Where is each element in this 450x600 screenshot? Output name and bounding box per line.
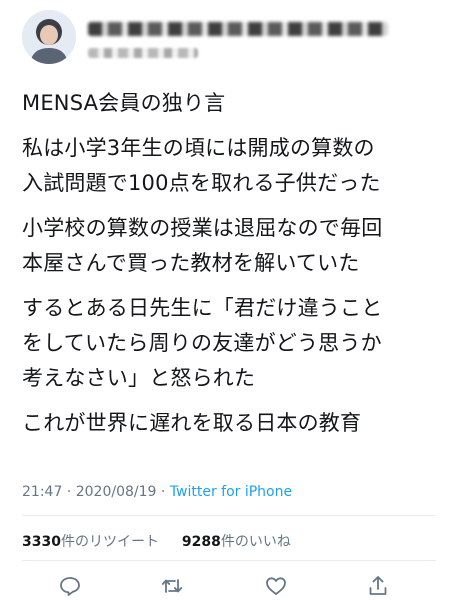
avatar[interactable] (22, 10, 76, 64)
retweet-stat[interactable]: 3330件のリツイート (22, 534, 163, 550)
like-label: 件のいいね (220, 534, 291, 550)
share-icon (369, 576, 387, 595)
reply-icon (60, 577, 80, 596)
share-button[interactable] (364, 572, 392, 600)
retweet-button[interactable] (158, 572, 186, 600)
tweet-line: するとある日先生に「君だけ違うこと (22, 296, 383, 320)
retweet-count: 3330 (22, 534, 61, 550)
meta-separator: · (66, 484, 72, 500)
tweet-text: MENSA会員の独り言 私は小学3年生の頃には開成の算数の 入試問題で100点を… (22, 86, 434, 441)
meta-separator: · (160, 484, 166, 500)
tweet-meta: 21:47 · 2020/08/19 · Twitter for iPhone (22, 484, 292, 500)
divider (22, 560, 436, 561)
tweet-line: 本屋さんで買った教材を解いていた (22, 251, 360, 275)
reply-button[interactable] (56, 572, 84, 600)
tweet-time[interactable]: 21:47 (22, 484, 62, 500)
like-button[interactable] (262, 572, 290, 600)
tweet-line: をしていたら周りの友達がどう思うか (22, 331, 382, 355)
tweet-source-link[interactable]: Twitter for iPhone (170, 484, 292, 500)
tweet-line: 入試問題で100点を取れる子供だった (22, 171, 381, 195)
avatar-image (22, 10, 76, 64)
tweet-line: これが世界に遅れを取る日本の教育 (22, 411, 362, 435)
display-name-redacted[interactable] (88, 22, 388, 36)
like-stat[interactable]: 9288件のいいね (182, 534, 291, 550)
tweet-line: 私は小学3年生の頃には開成の算数の (22, 136, 375, 160)
tweet-header (22, 10, 430, 72)
username-redacted[interactable] (88, 48, 198, 58)
like-count: 9288 (181, 534, 221, 550)
tweet-actions (0, 566, 450, 600)
like-icon (266, 577, 286, 595)
tweet-line: 考えなさい」と怒られた (22, 366, 256, 390)
divider (22, 515, 436, 516)
tweet-line: MENSA会員の独り言 (22, 91, 226, 115)
tweet-date[interactable]: 2020/08/19 (76, 484, 157, 500)
tweet-line: 小学校の算数の授業は退屈なので毎回 (22, 216, 383, 240)
retweet-label: 件のリツイート (60, 534, 159, 550)
tweet-stats: 3330件のリツイート 9288件のいいね (22, 531, 291, 551)
retweet-icon (161, 579, 183, 593)
